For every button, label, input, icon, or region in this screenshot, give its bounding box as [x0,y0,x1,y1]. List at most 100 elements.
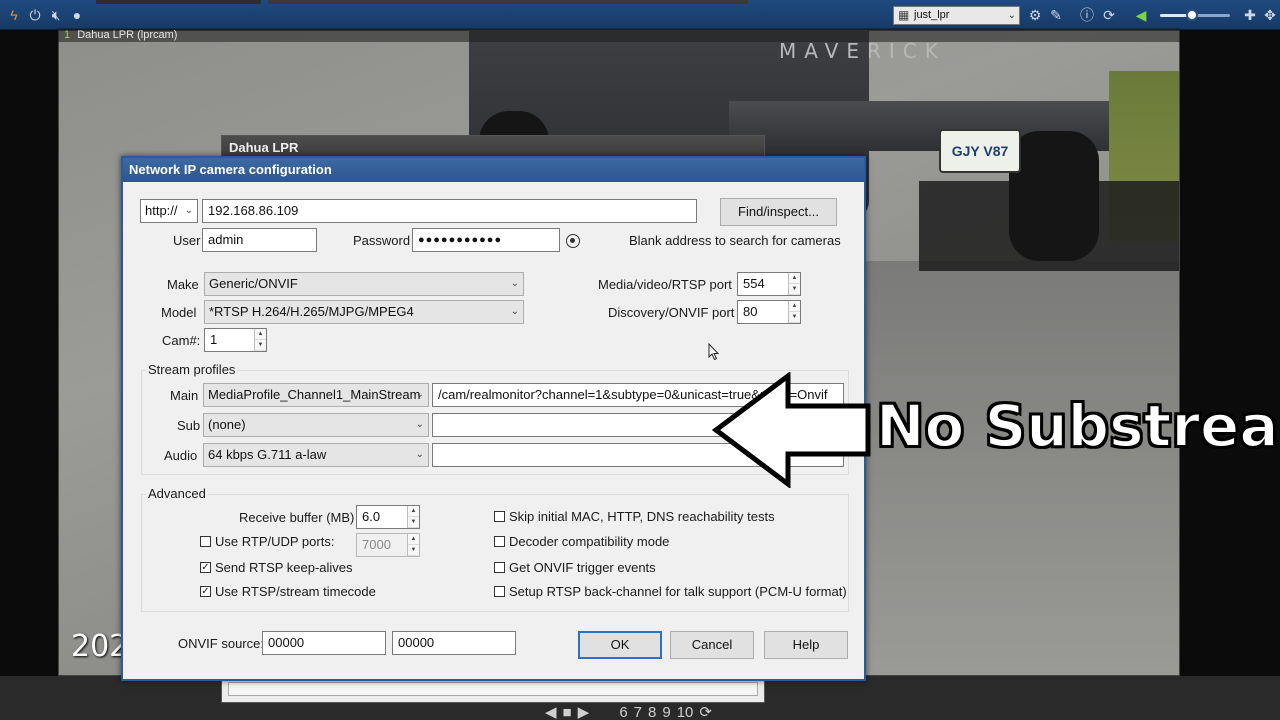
cam-number-input[interactable]: 1 ▲ ▼ [204,328,267,352]
use-timecode-checkbox[interactable]: ✓ Use RTSP/stream timecode [200,585,376,599]
protocol-select[interactable]: http:// ⌄ [140,199,198,223]
plus-icon[interactable]: ✚ [1241,6,1259,24]
main-stream-value: MediaProfile_Channel1_MainStream [208,387,421,402]
discovery-port-input[interactable]: 80 ▲ ▼ [737,300,801,324]
backchannel-label: Setup RTSP back-channel for talk support… [509,584,847,599]
audio-stream-select[interactable]: 64 kbps G.711 a-law ⌄ [203,443,429,467]
model-select[interactable]: *RTSP H.264/H.265/MJPG/MPEG4 ⌄ [204,300,524,324]
main-stream-select[interactable]: MediaProfile_Channel1_MainStream ⌄ [203,383,429,407]
sub-stream-label: Sub [177,418,201,433]
chevron-down-icon: ⌄ [415,419,424,430]
truck-badge-text: MAVERICK [779,39,946,63]
use-rtp-udp-label: Use RTP/UDP ports: [215,534,335,549]
tab-strip-2 [268,0,748,4]
help-button[interactable]: Help [764,631,848,659]
protocol-value: http:// [145,203,178,218]
sub-stream-value: (none) [208,417,246,432]
volume-slider[interactable] [1160,9,1230,21]
move-icon[interactable]: ✥ [1261,6,1279,24]
cycle-icon[interactable]: ⟳ [699,704,712,720]
backchannel-checkbox[interactable]: Setup RTSP back-channel for talk support… [494,585,847,599]
media-port-input[interactable]: 554 ▲ ▼ [737,272,801,296]
discovery-port-value: 80 [743,304,758,319]
chevron-down-icon: ⌄ [510,306,519,317]
road-right [859,261,1179,675]
chevron-down-icon: ⌄ [415,389,424,400]
send-keepalives-label: Send RTSP keep-alives [215,560,353,575]
ok-button[interactable]: OK [578,631,662,659]
refresh-icon[interactable]: ⟳ [1100,6,1118,24]
receive-buffer-label: Receive buffer (MB) [239,510,355,525]
chevron-down-icon: ⌄ [184,205,193,216]
search-hint: Blank address to search for cameras [629,233,841,248]
decoder-compat-label: Decoder compatibility mode [509,534,670,549]
skip-reachability-checkbox[interactable]: Skip initial MAC, HTTP, DNS reachability… [494,510,775,524]
media-port-label: Media/video/RTSP port [598,277,732,292]
next-icon[interactable]: ▶ [578,704,590,720]
page-7[interactable]: 7 [634,704,642,720]
layout-select-value: just_lpr [914,9,950,21]
chevron-down-icon: ⌄ [510,278,519,289]
checkbox-checked: ✓ [200,562,211,573]
bottom-controls: ◀ ■ ▶ 6 7 8 9 10 ⟳ [545,703,718,720]
power-icon[interactable]: ⏻ [26,6,44,24]
rtp-udp-port-input: 7000 ▲ ▼ [356,533,420,557]
make-label: Make [167,277,199,292]
gear-icon[interactable]: ⚙ [1026,6,1044,24]
decoder-compat-checkbox[interactable]: Decoder compatibility mode [494,535,669,549]
use-rtp-udp-checkbox[interactable]: Use RTP/UDP ports: [200,535,334,549]
make-value: Generic/ONVIF [209,276,298,291]
info-icon[interactable]: ⓘ [1078,6,1096,24]
cam-number-label: Cam#: [162,333,201,348]
show-password-icon[interactable] [566,234,580,248]
page-10[interactable]: 10 [677,704,694,720]
top-toolbar: ϟ ⏻ 🔇︎ ● ▦ just_lpr ⌄ ⚙ ✎ ⓘ ⟳ ◀ ✚ ✥ [0,0,1280,30]
volume-slider-knob[interactable] [1185,9,1198,21]
checkbox-box [494,536,505,547]
password-label: Password [353,233,411,248]
find-inspect-button[interactable]: Find/inspect... [720,198,837,226]
dialog-title: Network IP camera configuration [123,158,864,182]
page-9[interactable]: 9 [662,704,670,720]
cancel-button[interactable]: Cancel [670,631,754,659]
address-input[interactable]: 192.168.86.109 [202,199,697,223]
onvif-trigger-checkbox[interactable]: Get ONVIF trigger events [494,561,656,575]
chevron-down-icon: ⌄ [1007,10,1016,21]
stream-profiles-title: Stream profiles [146,362,238,377]
checkbox-box [494,511,505,522]
edit-icon[interactable]: ✎ [1047,6,1065,24]
mute-icon[interactable]: 🔇︎ [47,6,65,24]
sub-stream-select[interactable]: (none) ⌄ [203,413,429,437]
receive-buffer-spinner[interactable]: ▲ ▼ [407,506,419,528]
page-6[interactable]: 6 [619,704,627,720]
prev-icon[interactable]: ◀ [545,704,557,720]
model-label: Model [161,305,197,320]
media-port-spinner[interactable]: ▲ ▼ [788,273,800,295]
skip-reachability-label: Skip initial MAC, HTTP, DNS reachability… [509,509,775,524]
make-select[interactable]: Generic/ONVIF ⌄ [204,272,524,296]
mic-icon[interactable]: ● [68,6,86,24]
chevron-down-icon: ⌄ [415,449,424,460]
use-timecode-label: Use RTSP/stream timecode [215,584,376,599]
page-8[interactable]: 8 [648,704,656,720]
layout-select[interactable]: ▦ just_lpr ⌄ [893,6,1020,25]
receive-buffer-input[interactable]: 6.0 ▲ ▼ [356,505,420,529]
annotation-text: No Substream [875,391,1280,461]
user-input[interactable]: admin [202,228,317,252]
cam-number-spinner[interactable]: ▲ ▼ [254,329,266,351]
media-port-value: 554 [743,276,765,291]
grid-icon: ▦ [898,8,910,22]
onvif-source-input-2[interactable]: 00000 [392,631,516,655]
discovery-port-spinner[interactable]: ▲ ▼ [788,301,800,323]
stop-icon[interactable]: ■ [563,704,572,720]
volume-icon[interactable]: ◀ [1132,6,1150,24]
onvif-trigger-label: Get ONVIF trigger events [509,560,656,575]
camera-title-bar[interactable]: 1 Dahua LPR (lprcam) [58,28,1180,42]
model-value: *RTSP H.264/H.265/MJPG/MPEG4 [209,304,414,319]
password-input[interactable]: ●●●●●●●●●●● [412,228,560,252]
send-keepalives-checkbox[interactable]: ✓ Send RTSP keep-alives [200,561,353,575]
onvif-source-input-1[interactable]: 00000 [262,631,386,655]
lightning-icon[interactable]: ϟ [5,6,23,24]
checkbox-box [200,536,211,547]
tab-strip [96,0,261,4]
